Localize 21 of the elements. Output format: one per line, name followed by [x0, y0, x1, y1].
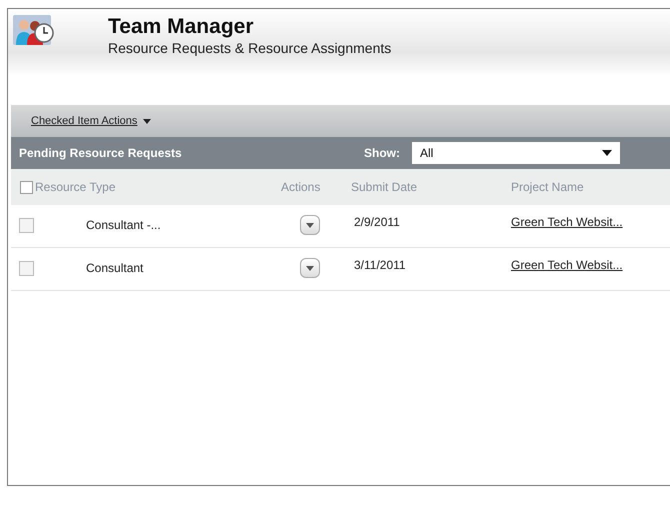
panel-title: Pending Resource Requests [19, 146, 183, 160]
resource-type-cell-text: Consultant -... [85, 217, 162, 232]
submit-date-cell-text: 2/9/2011 [353, 215, 401, 229]
caret-icon [306, 266, 314, 270]
caret-icon [602, 150, 612, 156]
caret-icon [306, 222, 314, 228]
checked-item-actions-menu[interactable]: Checked Item Actions [31, 115, 152, 127]
filter-label: Show: [364, 146, 400, 160]
caret-icon [143, 118, 152, 124]
project-name-link[interactable]: Green Tech Websit... [511, 215, 623, 229]
page-subtitle: Resource Requests & Resource Assignments [108, 40, 392, 56]
row-actions-button[interactable] [300, 258, 320, 278]
row-checkbox[interactable] [18, 261, 34, 276]
project-name-link[interactable]: Green Tech Websit... [511, 258, 623, 272]
resource-type-cell-text: Consultant [85, 260, 144, 275]
row-checkbox[interactable] [18, 218, 34, 233]
page-title: Team Manager [108, 15, 254, 39]
submit-date-cell-text: 3/11/2011 [353, 258, 407, 272]
row-actions-button[interactable] [300, 215, 320, 235]
select-all-checkbox[interactable] [20, 180, 32, 194]
filter-dropdown[interactable]: All [412, 142, 620, 164]
